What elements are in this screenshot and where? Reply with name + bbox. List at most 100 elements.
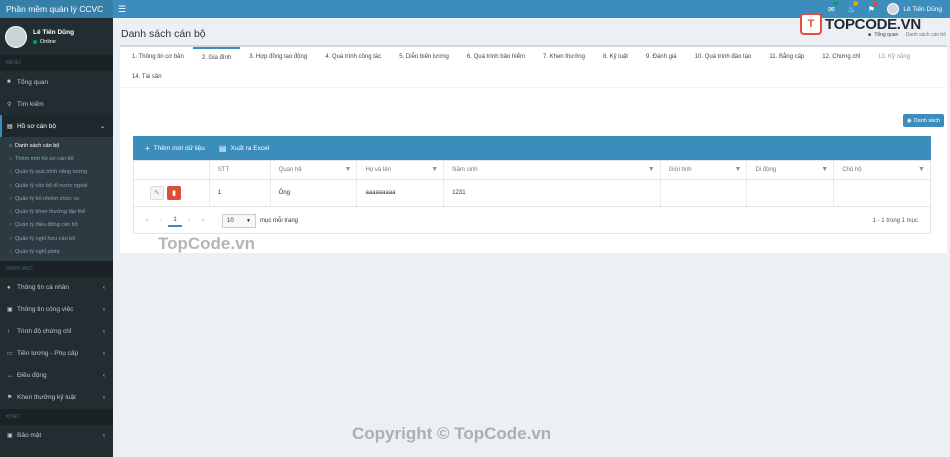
export-excel-button[interactable]: ▤ Xuất ra Excel: [219, 144, 269, 153]
row-actions: ✎ ▮: [134, 180, 210, 206]
chevron-down-icon: ⌄: [99, 123, 105, 130]
app-logo[interactable]: Phần mềm quản lý CCVC: [0, 0, 113, 18]
tab-training[interactable]: 10. Quá trình đào tạo: [686, 47, 761, 67]
sidebar-item-transfer[interactable]: ↔ Điều động ‹: [0, 365, 113, 387]
chevron-left-icon: ‹: [103, 306, 105, 313]
grid-toolbar: + Thêm mới dữ liệu ▤ Xuất ra Excel: [133, 136, 931, 160]
last-page-icon[interactable]: »: [196, 218, 210, 224]
column-stt[interactable]: STT: [210, 161, 271, 179]
tab-basic-info[interactable]: 1. Thông tin cơ bản: [123, 47, 193, 67]
tab-evaluation[interactable]: 9. Đánh giá: [637, 47, 686, 67]
cell-household-head: [834, 180, 930, 206]
sidebar-submenu: ○ Danh sách cán bộ ○ Thêm mới hồ sơ cán bộ…: [0, 137, 113, 261]
submenu-item-group-award[interactable]: ○ Quản lý khen thưởng tập thể: [0, 205, 113, 218]
add-data-label: Thêm mới dữ liệu: [153, 144, 205, 152]
sidebar-item-label: Tiền lương - Phụ cấp: [17, 350, 79, 358]
breadcrumb-home[interactable]: Tổng quan: [874, 32, 898, 38]
edit-button[interactable]: ✎: [150, 186, 164, 200]
sidebar-item-rewards[interactable]: ⚑ Khen thưởng kỷ luật ‹: [0, 387, 113, 409]
submenu-label: Quản lý cán bộ đi nước ngoài: [15, 182, 88, 189]
export-excel-label: Xuất ra Excel: [230, 144, 270, 152]
sidebar-item-staff-records[interactable]: ▤ Hồ sơ cán bộ ⌄: [0, 115, 113, 137]
filter-icon[interactable]: ▼: [345, 166, 352, 173]
user-icon: ●: [7, 284, 11, 291]
sidebar-item-salary[interactable]: ▭ Tiền lương - Phụ cấp ‹: [0, 343, 113, 365]
column-gender[interactable]: Giới tính ▼: [661, 161, 748, 179]
list-button-label: Danh sách: [913, 117, 940, 124]
filter-icon[interactable]: ▼: [735, 166, 742, 173]
sidebar-header-catalog: DANH MỤC: [0, 260, 113, 277]
nav-user-name: Lê Tiến Dũng: [903, 5, 942, 13]
column-relationship[interactable]: Quan hệ ▼: [271, 161, 358, 179]
list-icon: ◉: [906, 117, 912, 124]
flag-badge: [873, 1, 879, 6]
sidebar-item-label: Tìm kiếm: [17, 100, 44, 108]
filter-icon[interactable]: ▼: [648, 166, 655, 173]
sidebar-item-job-info[interactable]: ▣ Thông tin công việc ‹: [0, 299, 113, 321]
page-size-select[interactable]: 10 ▼: [222, 213, 256, 228]
list-button[interactable]: ◉ Danh sách: [902, 114, 944, 127]
tab-assets[interactable]: 14. Tài sản: [123, 67, 171, 87]
chevron-left-icon: ‹: [103, 394, 105, 401]
column-mobile[interactable]: Di động ▼: [747, 161, 835, 179]
next-page-icon[interactable]: ›: [182, 218, 196, 224]
tab-discipline[interactable]: 8. Kỷ luật: [594, 47, 637, 67]
tab-work-history[interactable]: 4. Quá trình công tác: [316, 47, 390, 67]
filter-icon[interactable]: ▼: [431, 166, 438, 173]
column-label: Năm sinh: [452, 167, 478, 173]
filter-icon[interactable]: ▼: [821, 166, 828, 173]
breadcrumb: ■ Tổng quan Danh sách cán bộ: [868, 32, 946, 38]
add-data-button[interactable]: + Thêm mới dữ liệu: [145, 144, 205, 153]
submenu-item-add-record[interactable]: ○ Thêm mới hồ sơ cán bộ: [0, 152, 113, 165]
chevron-left-icon: ‹: [103, 350, 105, 357]
submenu-item-staff-list[interactable]: ○ Danh sách cán bộ: [0, 139, 113, 152]
grid-header: STT Quan hệ ▼ Họ và tên ▼ Năm sinh ▼ Giới t…: [134, 161, 930, 180]
column-label: STT: [217, 167, 230, 173]
submenu-label: Quản lý nghỉ hưu cán bộ: [15, 235, 76, 242]
app-title: Phần mềm quản lý CCVC: [6, 4, 104, 14]
submenu-item-retirement[interactable]: ○ Quản lý nghỉ hưu cán bộ: [0, 232, 113, 245]
column-household-head[interactable]: Chủ hộ ▼: [834, 161, 930, 179]
sidebar-item-personal-info[interactable]: ● Thông tin cá nhân ‹: [0, 277, 113, 299]
circle-icon: ○: [9, 195, 13, 202]
submenu-label: Danh sách cán bộ: [15, 142, 60, 149]
sidebar-item-search[interactable]: ⚲ Tìm kiếm: [0, 93, 113, 115]
status-label: Online: [40, 38, 56, 45]
sidebar-item-security[interactable]: ▣ Bảo mật ‹: [0, 425, 113, 447]
tab-certificates[interactable]: 12. Chứng chỉ: [813, 47, 869, 67]
table-row[interactable]: ✎ ▮ 1 Ông aaaaaaaaa 1231: [134, 180, 930, 207]
column-full-name[interactable]: Họ và tên ▼: [357, 161, 445, 179]
column-label: Chủ hộ: [842, 167, 862, 173]
submenu-label: Quản lý khen thưởng tập thể: [15, 209, 86, 216]
tab-family[interactable]: 2. Gia đình: [192, 47, 241, 67]
submenu-item-salary-raise[interactable]: ○ Quản lý quá trình nâng lương: [0, 166, 113, 179]
tab-skills[interactable]: 13. Kỹ năng: [869, 47, 919, 67]
prev-page-icon[interactable]: ‹: [154, 218, 168, 224]
tab-rewards[interactable]: 7. Khen thưởng: [534, 47, 594, 67]
column-birth-year[interactable]: Năm sinh ▼: [444, 161, 661, 179]
circle-icon: ○: [9, 209, 13, 216]
submenu-label: Quản lý điều động cán bộ: [15, 222, 78, 229]
tab-degrees[interactable]: 11. Bằng cấp: [760, 47, 813, 67]
sidebar-item-qualifications[interactable]: ↑ Trình độ chứng chỉ ‹: [0, 321, 113, 343]
submenu-item-transfer[interactable]: ○ Quản lý điều động cán bộ: [0, 219, 113, 232]
chevron-left-icon: ‹: [103, 284, 105, 291]
sidebar-item-label: Bảo mật: [17, 432, 42, 440]
submenu-item-abroad[interactable]: ○ Quản lý cán bộ đi nước ngoài: [0, 179, 113, 192]
submenu-item-appointment[interactable]: ○ Quản lý bổ nhiệm chức vụ: [0, 192, 113, 205]
tab-salary-history[interactable]: 5. Diễn biến lương: [390, 47, 458, 67]
sidebar-header-other: KHÁC: [0, 408, 113, 425]
sidebar-item-overview[interactable]: ■ Tổng quan: [0, 71, 113, 93]
hamburger-icon[interactable]: ☰: [113, 4, 131, 15]
first-page-icon[interactable]: «: [140, 218, 154, 224]
arrows-icon: ↔: [7, 372, 13, 379]
cell-full-name: aaaaaaaaa: [357, 180, 445, 206]
submenu-item-leave[interactable]: ○ Quản lý nghỉ phép: [0, 245, 113, 258]
column-label: Họ và tên: [365, 167, 392, 173]
sidebar-item-label: Khen thưởng kỷ luật: [17, 394, 76, 402]
delete-button[interactable]: ▮: [167, 186, 181, 200]
filter-icon[interactable]: ▼: [918, 166, 925, 173]
current-page[interactable]: 1: [168, 215, 182, 227]
tab-labor-contract[interactable]: 3. Hợp đồng lao động: [240, 47, 316, 67]
tab-insurance[interactable]: 6. Quá trình bảo hiểm: [458, 47, 534, 67]
